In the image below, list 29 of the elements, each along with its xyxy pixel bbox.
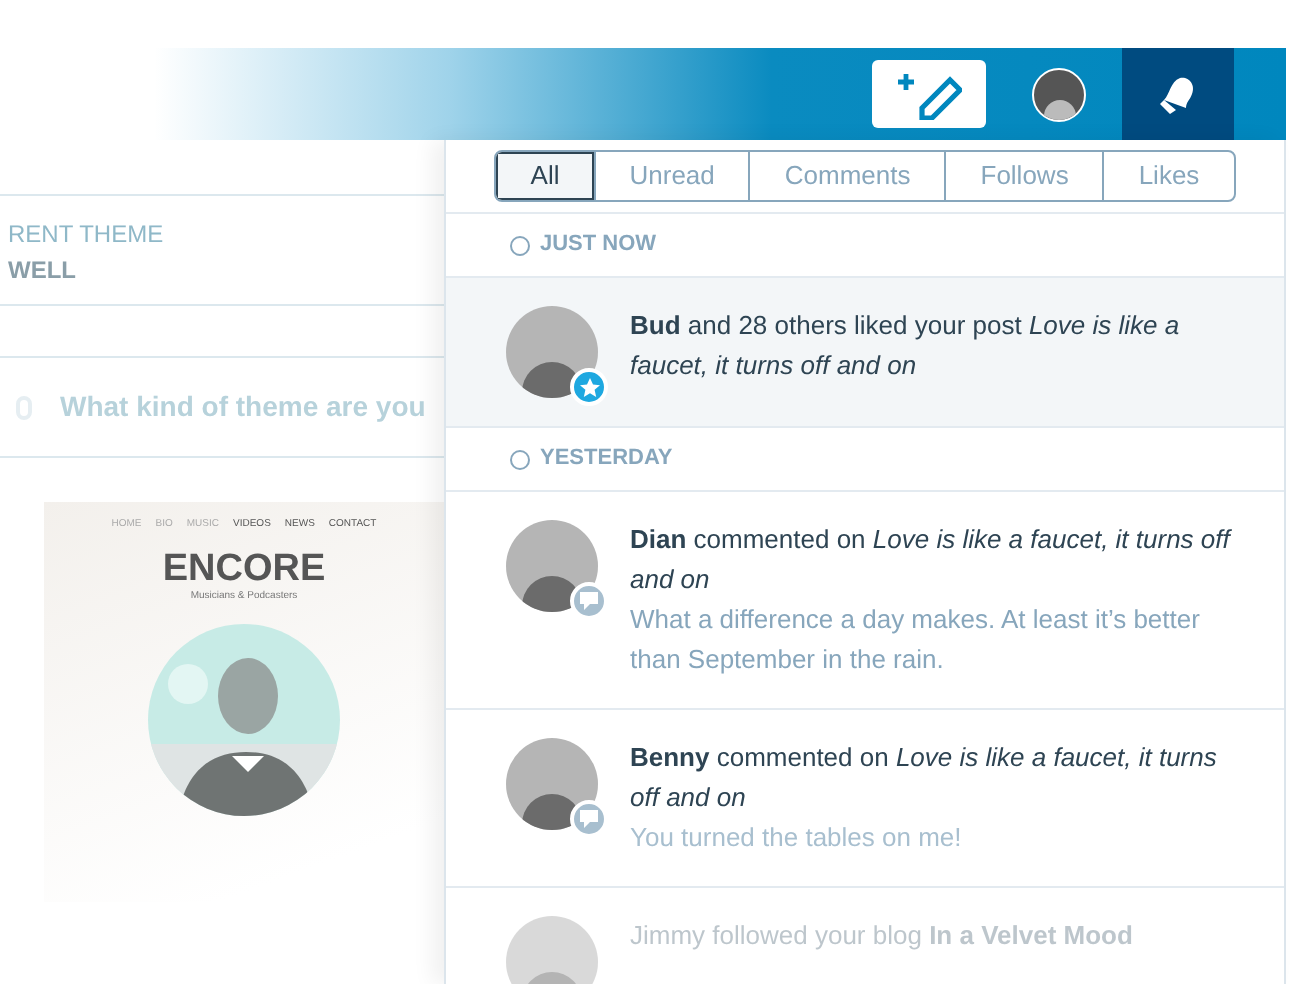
- filter-tab[interactable]: Likes: [1102, 152, 1234, 200]
- clock-icon: [510, 235, 530, 255]
- notification-text: Benny commented on Love is like a faucet, it turns off and on: [630, 740, 1219, 816]
- notifications-button[interactable]: [1122, 48, 1234, 140]
- theme-name: WELL: [8, 254, 78, 288]
- comment-text: You turned the tables on me!: [630, 820, 964, 856]
- notification-text: Dian commented on Love is like a faucet, it turns off and on: [630, 522, 1234, 598]
- theme-label: RENT THEME: [8, 218, 166, 252]
- new-post-button[interactable]: [872, 60, 986, 128]
- avatar: [506, 916, 598, 984]
- preview-title: ENCORE: [162, 549, 326, 589]
- section-heading: JUST NOW: [540, 230, 657, 261]
- avatar: [506, 738, 598, 830]
- notification-row[interactable]: Bud and 28 others liked your post Love is like a faucet, it turns off and on: [446, 278, 1284, 428]
- clock-icon: [510, 449, 530, 469]
- notification-text: Bud and 28 others liked your post Love is like a faucet, it turns off and on: [630, 308, 1182, 384]
- pencil-plus-icon: [897, 68, 961, 120]
- notification-row[interactable]: Dian commented on Love is like a faucet, it turns off and on What a difference a day makes. At least it’s better than September in the rain.: [446, 492, 1284, 710]
- comment-text: What a difference a day makes. At least it’s better than September in the rain.: [630, 602, 1202, 678]
- avatar: [506, 520, 598, 612]
- notification-row[interactable]: Benny commented on Love is like a faucet, it turns off and on You turned the tables on me!: [446, 710, 1284, 888]
- notification-text: Jimmy followed your blog In a Velvet Mood: [630, 918, 1133, 954]
- search-field[interactable]: What kind of theme are you: [44, 386, 444, 428]
- filter-tab[interactable]: All: [496, 152, 594, 200]
- avatar: [506, 306, 598, 398]
- section-heading: YESTERDAY: [540, 444, 673, 475]
- filter-tab[interactable]: Follows: [944, 152, 1103, 200]
- filter-tab[interactable]: Unread: [593, 152, 749, 200]
- filter-tab[interactable]: Comments: [748, 152, 945, 200]
